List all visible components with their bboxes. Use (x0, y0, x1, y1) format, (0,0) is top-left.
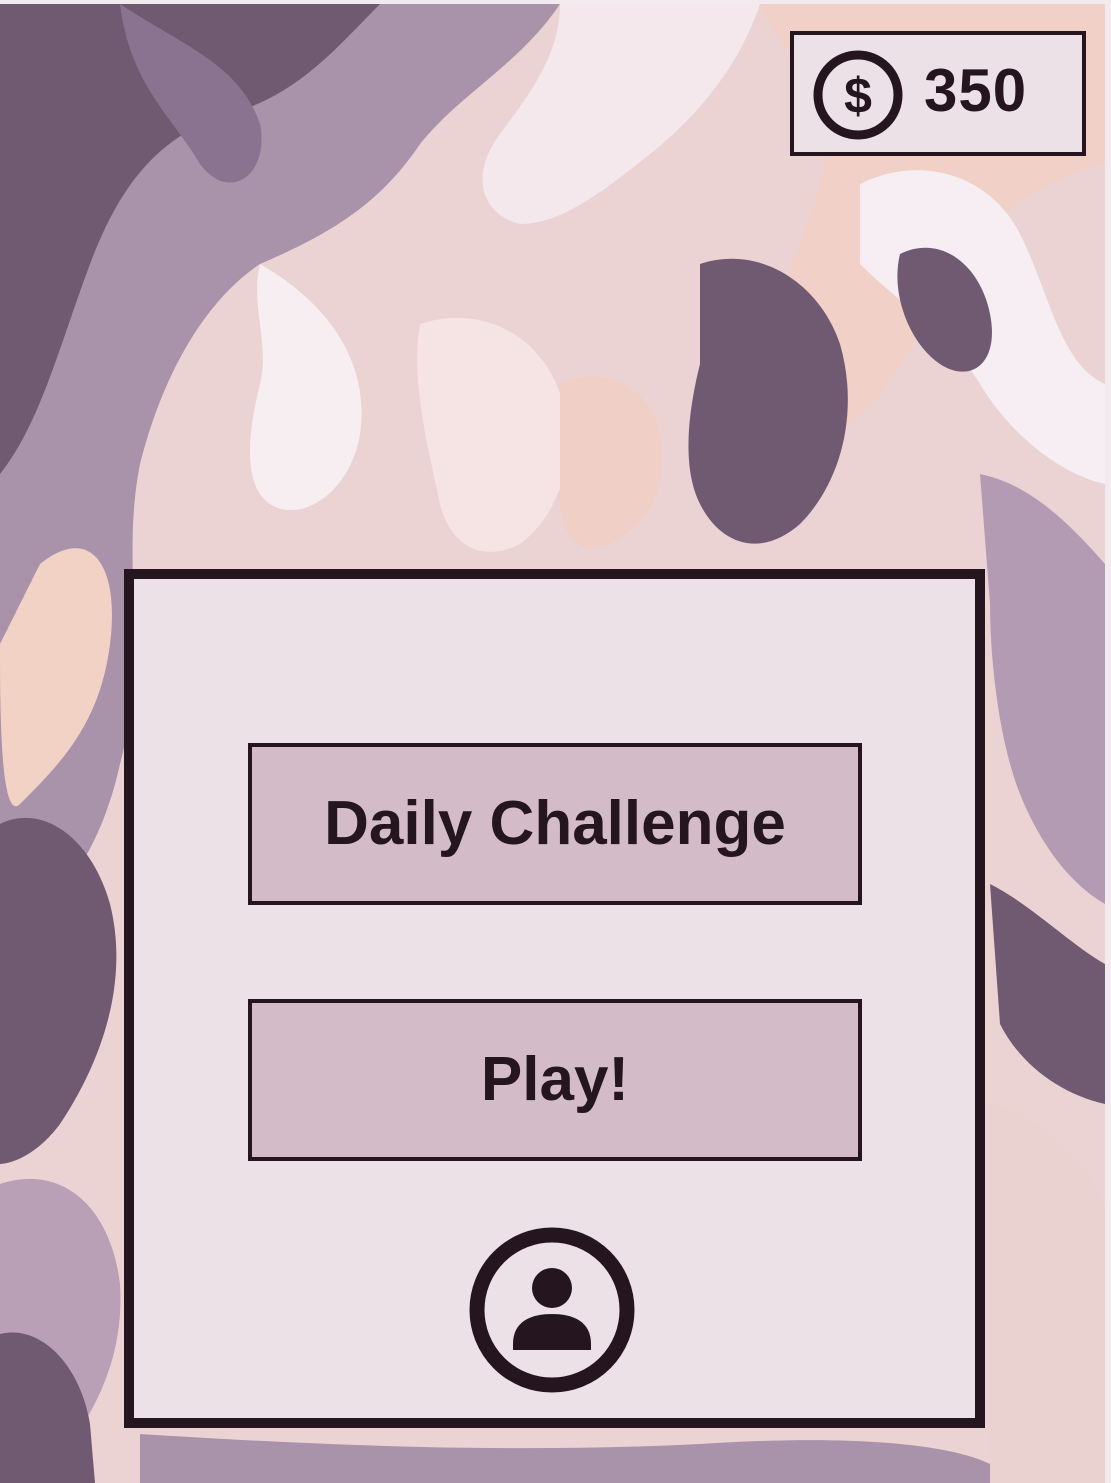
coin-amount: 350 (924, 57, 1028, 124)
coin-balance: $ 350 (790, 31, 1086, 156)
profile-button[interactable] (468, 1226, 636, 1394)
main-menu-panel: Daily Challenge Play! (124, 569, 985, 1428)
dollar-coin-icon: $ (812, 49, 904, 141)
daily-challenge-label: Daily Challenge (324, 789, 786, 858)
daily-challenge-button[interactable]: Daily Challenge (248, 743, 862, 905)
play-button[interactable]: Play! (248, 999, 862, 1161)
play-label: Play! (480, 1045, 630, 1114)
svg-text:$: $ (844, 68, 872, 124)
user-profile-icon (468, 1227, 636, 1398)
